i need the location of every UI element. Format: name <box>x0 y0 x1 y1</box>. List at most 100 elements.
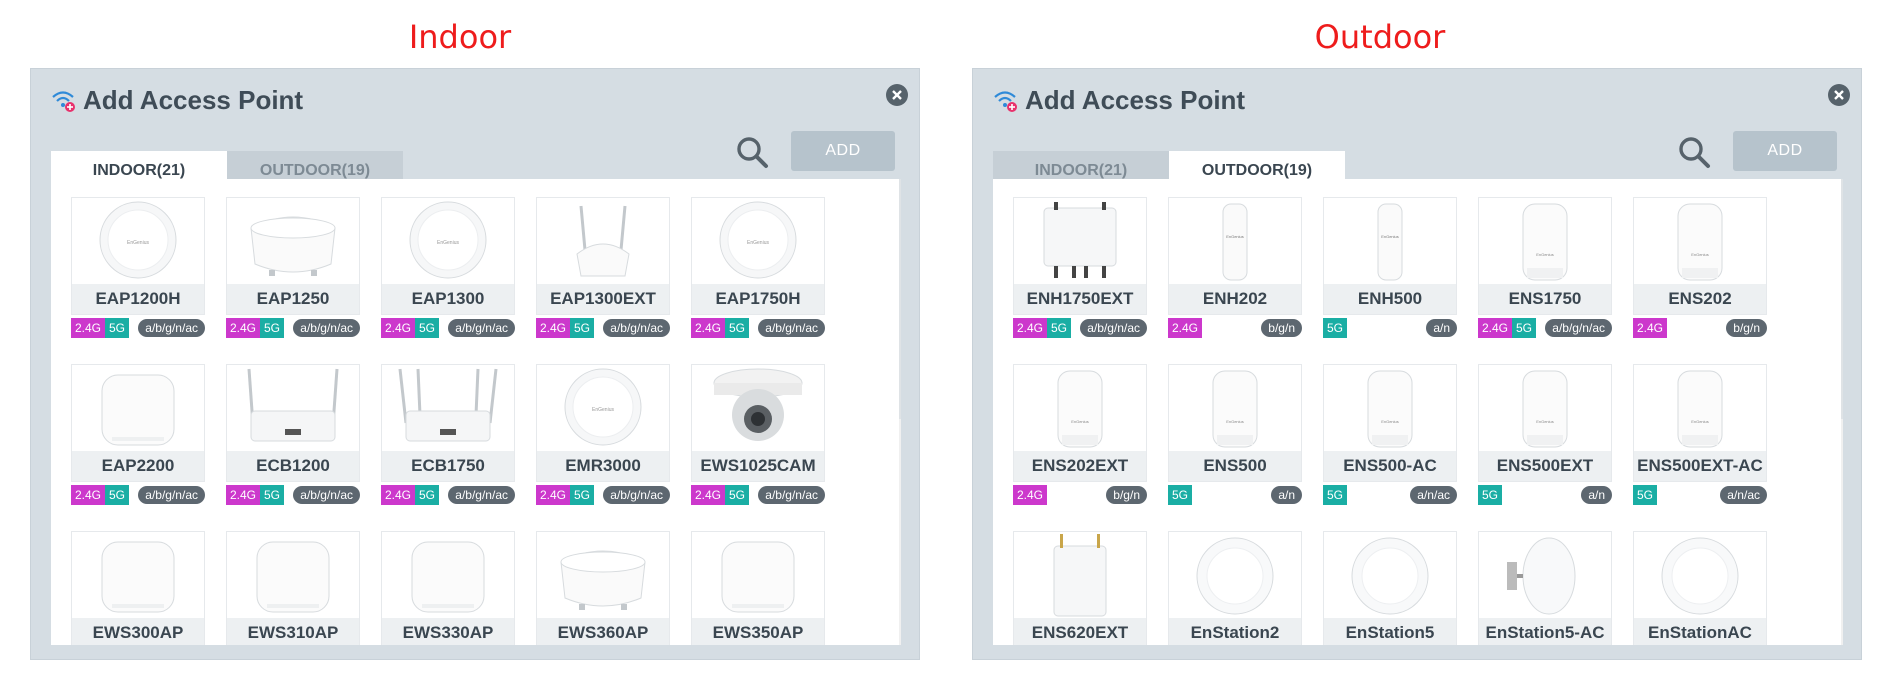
device-name: ENS202EXT <box>1014 451 1146 481</box>
svg-text:EnGenius: EnGenius <box>1381 419 1399 424</box>
device-thumbnail-frame: EAP1300EXT <box>536 197 670 315</box>
svg-text:EnGenius: EnGenius <box>747 240 769 246</box>
device-name: ENS500EXT-AC <box>1634 451 1766 481</box>
badge-5g: 5G <box>1478 485 1502 505</box>
svg-text:EnGenius: EnGenius <box>1691 419 1709 424</box>
badge-2-4g: 2.4G <box>536 485 570 505</box>
device-name: ENS1750 <box>1479 284 1611 314</box>
device-name: EnStation5-AC <box>1479 618 1611 645</box>
device-thumbnail-frame: EnStation5-AC <box>1478 531 1612 645</box>
capability-badges: 2.4G 5G a/b/g/n/ac <box>691 318 825 338</box>
device-thumbnail-frame: EnGenius ENS202EXT <box>1013 364 1147 482</box>
device-card[interactable]: EWS350AP <box>691 531 825 645</box>
device-card[interactable]: EnGenius ENS500-AC 5G a/n/ac <box>1323 364 1457 505</box>
search-icon[interactable] <box>735 135 769 169</box>
badge-2-4g: 2.4G <box>536 318 570 338</box>
svg-text:EnGenius: EnGenius <box>1226 419 1244 424</box>
badge-standard: b/g/n <box>1726 319 1767 337</box>
device-thumbnail-frame: EAP2200 <box>71 364 205 482</box>
device-card[interactable]: EAP2200 2.4G 5G a/b/g/n/ac <box>71 364 205 505</box>
device-thumbnail-frame: EWS300AP <box>71 531 205 645</box>
add-button[interactable]: ADD <box>791 131 895 171</box>
device-card[interactable]: EnGenius EMR3000 2.4G 5G a/b/g/n/ac <box>536 364 670 505</box>
capability-badges: 2.4G 5G a/b/g/n/ac <box>71 485 205 505</box>
close-icon[interactable] <box>885 83 909 107</box>
device-thumbnail-frame: EnStationAC <box>1633 531 1767 645</box>
device-card[interactable]: EnGenius ENS202EXT 2.4G b/g/n <box>1013 364 1147 505</box>
device-name: EAP1300EXT <box>537 284 669 314</box>
capability-badges: 2.4G 5G a/b/g/n/ac <box>536 485 670 505</box>
device-card[interactable]: EnGenius ENS500 5G a/n <box>1168 364 1302 505</box>
device-thumbnail-frame: EWS1025CAM <box>691 364 825 482</box>
device-card[interactable]: EnGenius ENS500EXT 5G a/n <box>1478 364 1612 505</box>
device-card[interactable]: ECB1750 2.4G 5G a/b/g/n/ac <box>381 364 515 505</box>
device-card[interactable]: EnGenius ENS500EXT-AC 5G a/n/ac <box>1633 364 1767 505</box>
device-name: EWS300AP <box>72 618 204 645</box>
device-thumbnail-frame: EnStation2 <box>1168 531 1302 645</box>
device-card[interactable]: EAP1250 2.4G 5G a/b/g/n/ac <box>226 197 360 338</box>
device-thumbnail-frame: EnGenius ENS1750 <box>1478 197 1612 315</box>
svg-text:EnGenius: EnGenius <box>1381 234 1399 239</box>
device-card[interactable]: EWS310AP <box>226 531 360 645</box>
capability-badges: 5G a/n <box>1323 318 1457 338</box>
device-card[interactable]: EAP1300EXT 2.4G 5G a/b/g/n/ac <box>536 197 670 338</box>
device-card[interactable]: EnStation5 <box>1323 531 1457 645</box>
dialog-title: Add Access Point <box>83 85 304 115</box>
device-card[interactable]: EWS360AP <box>536 531 670 645</box>
svg-text:EnGenius: EnGenius <box>437 240 459 246</box>
device-name: ECB1750 <box>382 451 514 481</box>
badge-5g: 5G <box>1633 485 1657 505</box>
device-card[interactable]: EnGenius ENS1750 2.4G 5G a/b/g/n/ac <box>1478 197 1612 338</box>
device-name: EnStation2 <box>1169 618 1301 645</box>
capability-badges: 2.4G 5G a/b/g/n/ac <box>1478 318 1612 338</box>
device-name: EWS350AP <box>692 618 824 645</box>
tab-indoor[interactable]: INDOOR(21) <box>993 151 1169 181</box>
device-card[interactable]: EnGenius ENS202 2.4G b/g/n <box>1633 197 1767 338</box>
device-card[interactable]: EnStation5-AC <box>1478 531 1612 645</box>
wifi-add-icon <box>52 90 75 112</box>
device-name: EAP2200 <box>72 451 204 481</box>
badge-standard: a/b/g/n/ac <box>1080 319 1147 337</box>
capability-badges: 2.4G 5G a/b/g/n/ac <box>71 318 205 338</box>
badge-standard: a/b/g/n/ac <box>138 486 205 504</box>
badge-2-4g: 2.4G <box>1013 485 1047 505</box>
badge-standard: a/b/g/n/ac <box>138 319 205 337</box>
tab-outdoor[interactable]: OUTDOOR(19) <box>227 151 403 181</box>
device-card[interactable]: EWS330AP <box>381 531 515 645</box>
search-icon[interactable] <box>1677 135 1711 169</box>
badge-standard: a/n/ac <box>1410 486 1457 504</box>
device-card[interactable]: ENH1750EXT 2.4G 5G a/b/g/n/ac <box>1013 197 1147 338</box>
device-name: ENS620EXT <box>1014 618 1146 645</box>
add-button[interactable]: ADD <box>1733 131 1837 171</box>
device-card[interactable]: EnStation2 <box>1168 531 1302 645</box>
scrollbar-thumb[interactable] <box>899 179 901 419</box>
scrollbar-thumb[interactable] <box>1841 179 1843 419</box>
capability-badges: 2.4G 5G a/b/g/n/ac <box>536 318 670 338</box>
device-card[interactable]: ECB1200 2.4G 5G a/b/g/n/ac <box>226 364 360 505</box>
device-card[interactable]: EnStationAC <box>1633 531 1767 645</box>
device-card[interactable]: EnGenius EAP1200H 2.4G 5G a/b/g/n/ac <box>71 197 205 338</box>
device-thumbnail-frame: EnGenius ENS202 <box>1633 197 1767 315</box>
device-card[interactable]: EnGenius ENH500 5G a/n <box>1323 197 1457 338</box>
device-card[interactable]: ENS620EXT <box>1013 531 1147 645</box>
badge-5g: 5G <box>1323 485 1347 505</box>
badge-5g: 5G <box>415 318 439 338</box>
badge-standard: a/b/g/n/ac <box>603 319 670 337</box>
scrollbar[interactable] <box>1841 179 1843 645</box>
device-thumbnail-frame: EWS330AP <box>381 531 515 645</box>
device-card[interactable]: EWS1025CAM 2.4G 5G a/b/g/n/ac <box>691 364 825 505</box>
close-icon[interactable] <box>1827 83 1851 107</box>
device-card[interactable]: EnGenius EAP1300 2.4G 5G a/b/g/n/ac <box>381 197 515 338</box>
device-card[interactable]: EnGenius ENH202 2.4G b/g/n <box>1168 197 1302 338</box>
device-thumbnail-frame: EnGenius ENS500EXT <box>1478 364 1612 482</box>
device-name: EAP1750H <box>692 284 824 314</box>
badge-standard: b/g/n <box>1106 486 1147 504</box>
badge-standard: a/b/g/n/ac <box>293 319 360 337</box>
svg-text:EnGenius: EnGenius <box>1071 419 1089 424</box>
device-grid: EnGenius EAP1200H 2.4G 5G a/b/g/n/ac EAP12… <box>71 197 825 645</box>
badge-standard: a/b/g/n/ac <box>603 486 670 504</box>
scrollbar[interactable] <box>899 179 901 645</box>
badge-standard: a/n/ac <box>1720 486 1767 504</box>
device-card[interactable]: EnGenius EAP1750H 2.4G 5G a/b/g/n/ac <box>691 197 825 338</box>
device-card[interactable]: EWS300AP <box>71 531 205 645</box>
